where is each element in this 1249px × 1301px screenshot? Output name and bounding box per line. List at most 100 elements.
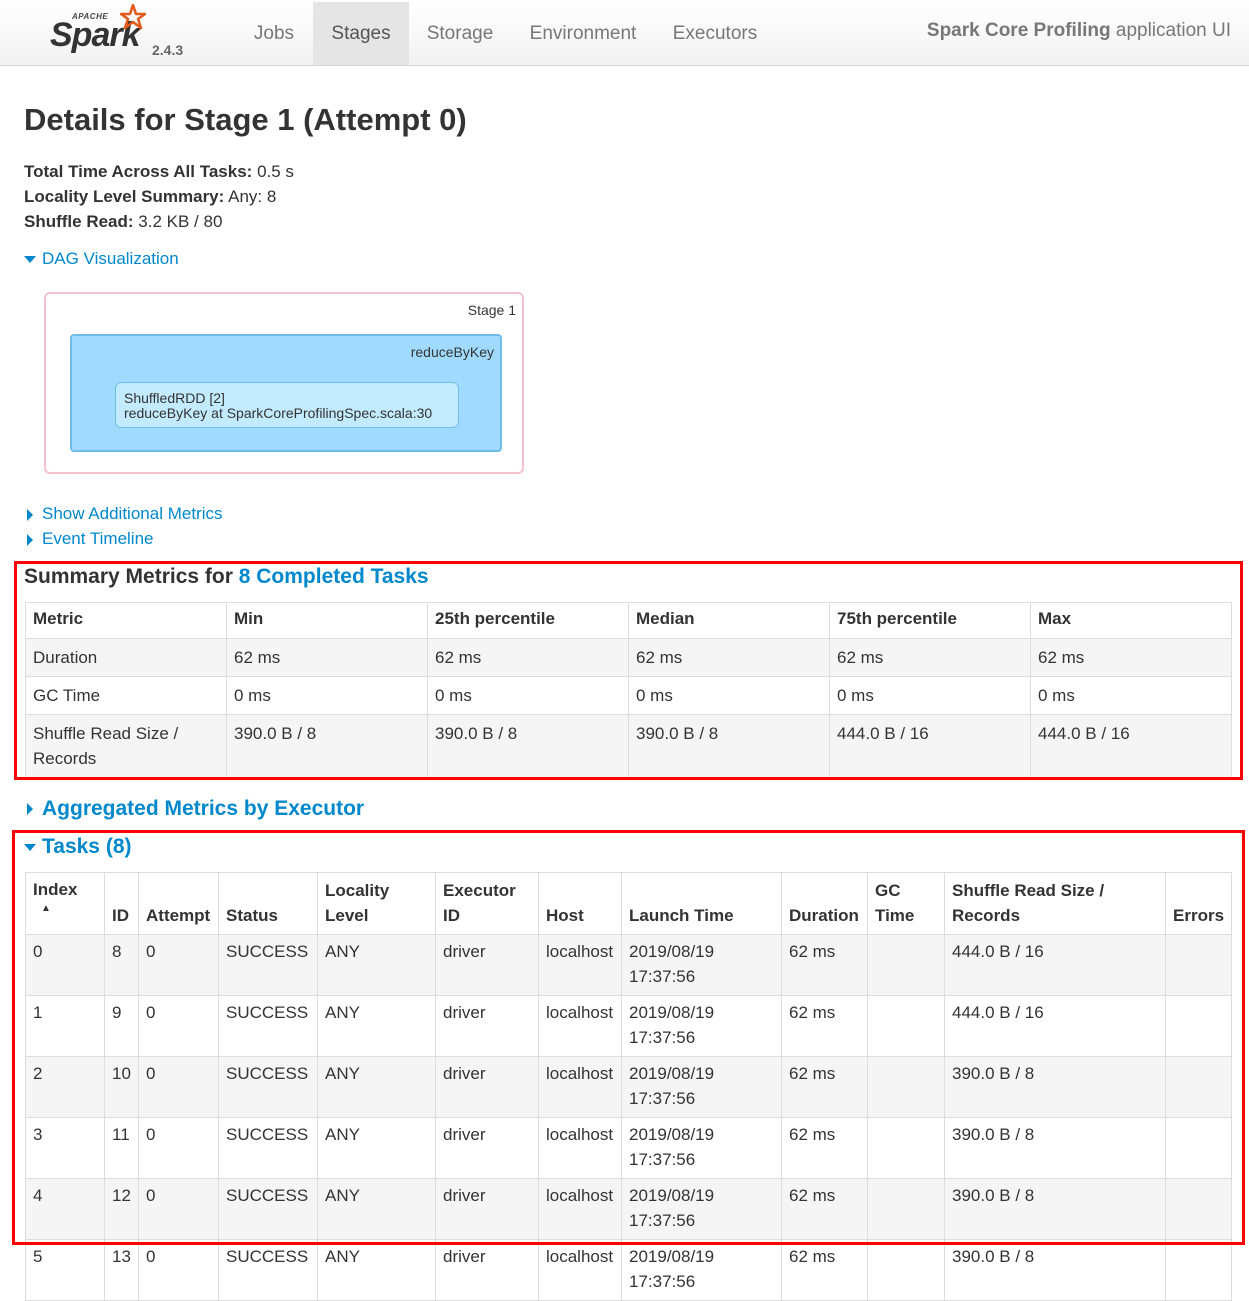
column-header[interactable]: Duration (781, 872, 868, 935)
table-cell: 390.0 B / 8 (226, 714, 428, 778)
table-cell: SUCCESS (218, 1239, 318, 1301)
table-cell: SUCCESS (218, 934, 318, 996)
dag-cluster-reducebykey[interactable]: reduceByKey ShuffledRDD [2] reduceByKey … (70, 334, 502, 452)
show-additional-metrics-toggle[interactable]: Show Additional Metrics (24, 504, 222, 524)
table-header-row: Index ▲ ID Attempt Status Locality Level… (25, 872, 1232, 935)
table-cell (867, 1178, 945, 1240)
dag-stage-label: Stage 1 (467, 302, 516, 318)
spark-logo[interactable]: APACHE Spark 2.4.3 (48, 4, 198, 60)
tab-storage[interactable]: Storage (410, 2, 510, 65)
table-cell: driver (435, 934, 539, 996)
table-cell: ANY (317, 1239, 436, 1301)
table-cell (1165, 1056, 1232, 1118)
table-cell: Duration (25, 638, 227, 677)
table-cell: driver (435, 1056, 539, 1118)
column-header[interactable]: Shuffle Read Size / Records (944, 872, 1166, 935)
column-header[interactable]: Locality Level (317, 872, 436, 935)
table-cell (1165, 1117, 1232, 1179)
event-timeline-toggle[interactable]: Event Timeline (24, 529, 154, 549)
table-cell: 12 (104, 1178, 139, 1240)
sort-ascending-icon: ▲ (41, 903, 51, 914)
column-header[interactable]: Errors (1165, 872, 1232, 935)
aggregated-metrics-toggle[interactable]: Aggregated Metrics by Executor (24, 797, 364, 821)
column-header: Min (226, 602, 428, 639)
table-cell: 5 (25, 1239, 105, 1301)
table-cell: 2019/08/19 17:37:56 (621, 1178, 782, 1240)
tab-environment[interactable]: Environment (512, 2, 654, 65)
table-cell: 444.0 B / 16 (944, 934, 1166, 996)
table-row: 3 11 0 SUCCESS ANY driver localhost 2019/08/19 … (25, 1117, 1232, 1179)
column-header: 75th percentile (829, 602, 1031, 639)
tab-stages[interactable]: Stages (313, 2, 409, 65)
table-cell: 62 ms (781, 1117, 868, 1179)
column-header[interactable]: ID (104, 872, 139, 935)
tasks-table-body: 0 8 0 SUCCESS ANY driver localhost 2019/08/19 1… (25, 934, 1232, 1301)
table-cell: 0 ms (1030, 676, 1232, 715)
column-header[interactable]: Launch Time (621, 872, 782, 935)
expand-arrow-icon (24, 843, 36, 851)
summary-value: 0.5 s (257, 162, 294, 181)
table-cell: 62 ms (781, 995, 868, 1057)
column-header[interactable]: Executor ID (435, 872, 539, 935)
tab-jobs[interactable]: Jobs (236, 2, 312, 65)
table-row: 0 8 0 SUCCESS ANY driver localhost 2019/08/19 1… (25, 934, 1232, 996)
tasks-heading-label: Tasks (8) (42, 835, 132, 858)
table-row: 2 10 0 SUCCESS ANY driver localhost 2019/08/19 … (25, 1056, 1232, 1118)
table-cell: Shuffle Read Size / Records (25, 714, 227, 778)
column-header: Median (628, 602, 830, 639)
top-navbar: APACHE Spark 2.4.3 Jobs Stages Storage E… (0, 0, 1249, 66)
column-header-index[interactable]: Index ▲ (25, 872, 105, 935)
table-cell: localhost (538, 995, 622, 1057)
table-cell: localhost (538, 1117, 622, 1179)
event-timeline-label: Event Timeline (42, 529, 154, 548)
column-header[interactable]: Attempt (138, 872, 219, 935)
tasks-toggle[interactable]: Tasks (8) (24, 835, 132, 859)
table-cell: localhost (538, 1178, 622, 1240)
table-cell: ANY (317, 1056, 436, 1118)
table-cell: driver (435, 1239, 539, 1301)
table-cell (867, 1056, 945, 1118)
summary-metrics-prefix: Summary Metrics for (24, 565, 233, 588)
column-header[interactable]: Host (538, 872, 622, 935)
table-row: 4 12 0 SUCCESS ANY driver localhost 2019/08/19 … (25, 1178, 1232, 1240)
column-header: 25th percentile (427, 602, 629, 639)
table-cell: 62 ms (781, 1056, 868, 1118)
table-cell: 0 (138, 934, 219, 996)
collapse-arrow-icon (27, 508, 33, 521)
dag-node-shuffledrdd[interactable]: ShuffledRDD [2] reduceByKey at SparkCore… (115, 382, 459, 428)
tab-executors[interactable]: Executors (656, 2, 774, 65)
column-header[interactable]: GC Time (867, 872, 945, 935)
table-cell: localhost (538, 1239, 622, 1301)
table-cell: 2019/08/19 17:37:56 (621, 1239, 782, 1301)
table-cell: localhost (538, 1056, 622, 1118)
table-cell: 390.0 B / 8 (427, 714, 629, 778)
table-cell: SUCCESS (218, 995, 318, 1057)
summary-metrics-table: Metric Min 25th percentile Median 75th p… (25, 602, 1232, 778)
table-cell: ANY (317, 934, 436, 996)
table-cell: 62 ms (628, 638, 830, 677)
summary-label: Locality Level Summary: (24, 187, 225, 206)
table-row: 1 9 0 SUCCESS ANY driver localhost 2019/08/19 1… (25, 995, 1232, 1057)
column-header[interactable]: Status (218, 872, 318, 935)
column-header-label: Index (33, 880, 78, 899)
table-cell (1165, 934, 1232, 996)
table-cell: 13 (104, 1239, 139, 1301)
app-suffix: application UI (1115, 20, 1231, 41)
collapse-arrow-icon (27, 533, 33, 546)
table-cell: 0 (138, 1056, 219, 1118)
column-header: Max (1030, 602, 1232, 639)
table-cell: 62 ms (427, 638, 629, 677)
completed-tasks-link[interactable]: 8 Completed Tasks (239, 565, 429, 588)
aggregated-metrics-label: Aggregated Metrics by Executor (42, 797, 365, 820)
version-label: 2.4.3 (152, 42, 184, 58)
expand-arrow-icon (24, 256, 36, 264)
dag-toggle-label: DAG Visualization (42, 249, 179, 268)
table-cell: 10 (104, 1056, 139, 1118)
table-cell: 62 ms (781, 1178, 868, 1240)
summary-value: 3.2 KB / 80 (138, 212, 223, 231)
table-cell: 0 (138, 1239, 219, 1301)
dag-stage-box[interactable]: Stage 1 reduceByKey ShuffledRDD [2] redu… (44, 292, 524, 474)
summary-metrics-heading: Summary Metrics for 8 Completed Tasks (24, 565, 429, 589)
table-cell: 0 (138, 1117, 219, 1179)
dag-visualization-toggle[interactable]: DAG Visualization (24, 249, 179, 269)
